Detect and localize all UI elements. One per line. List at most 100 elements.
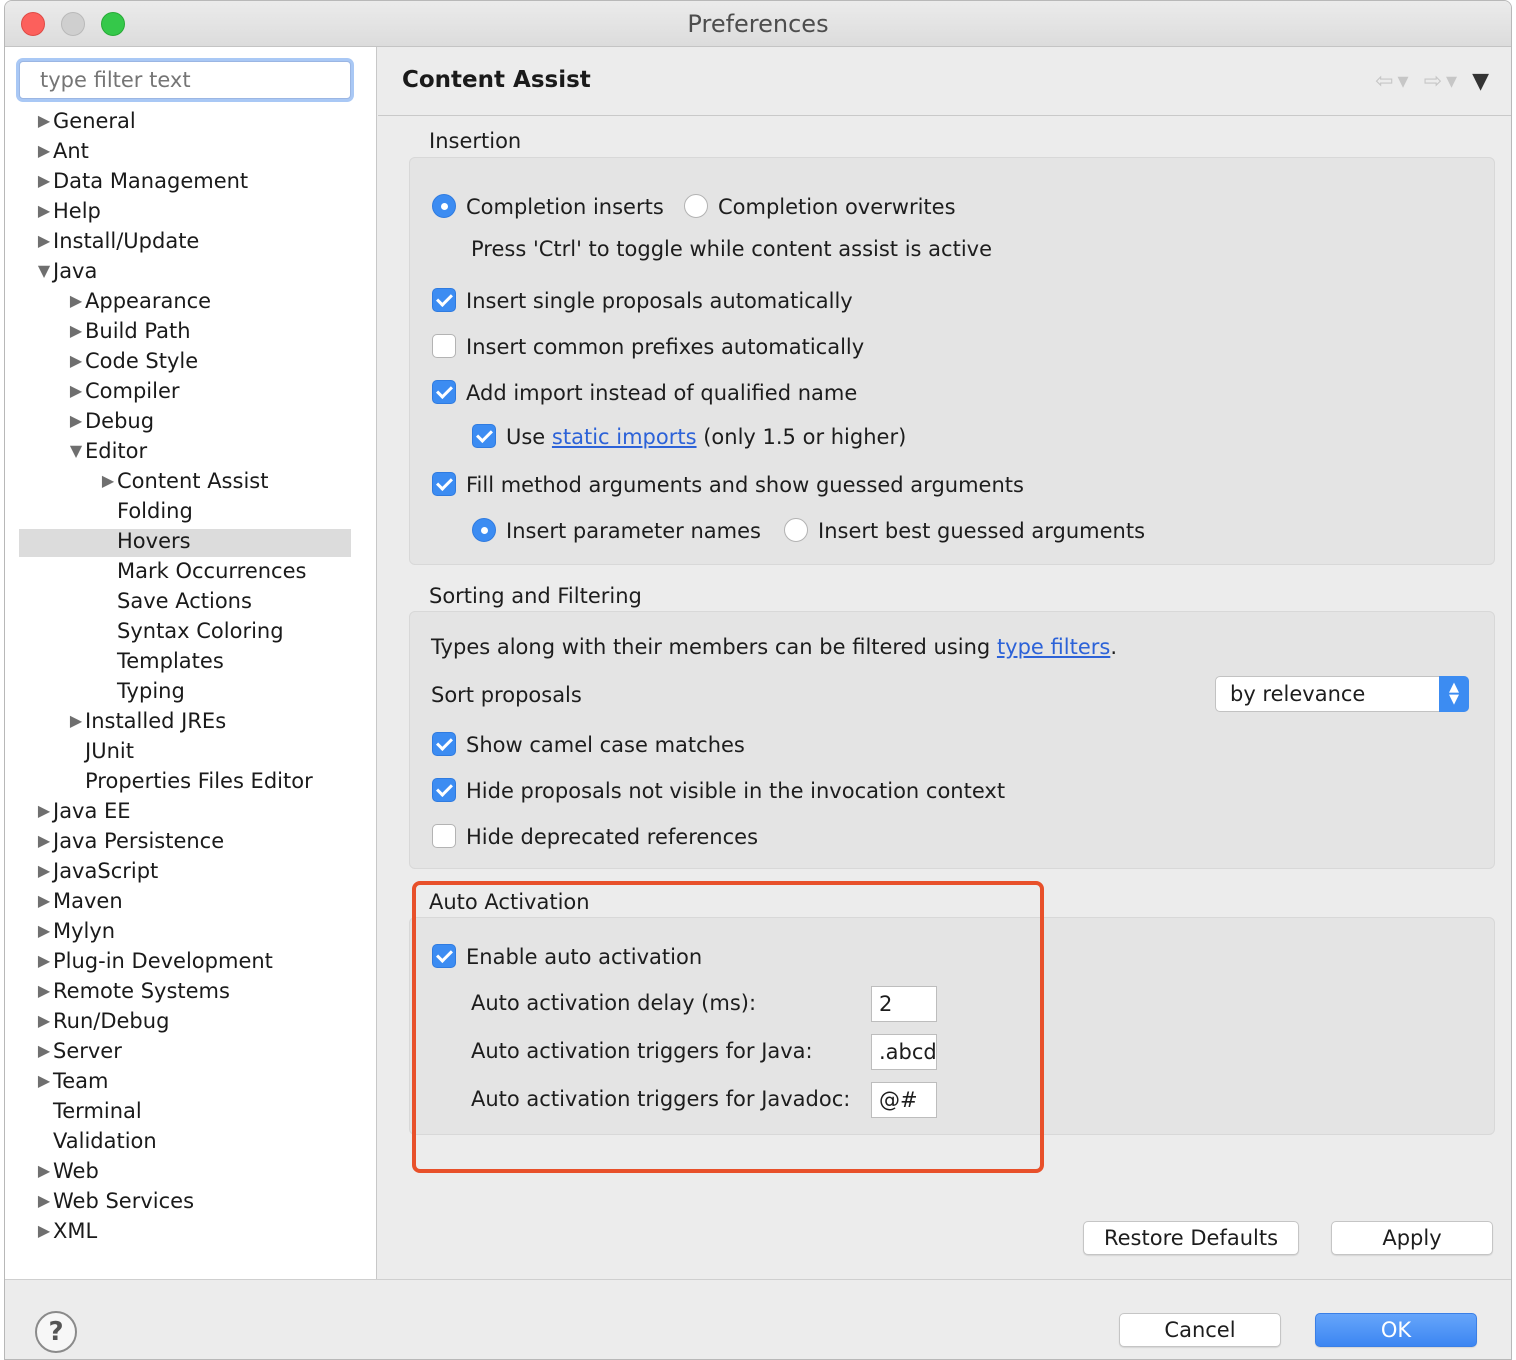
tree-item-syntax-coloring[interactable]: Syntax Coloring	[117, 617, 284, 645]
checkbox-checked-icon[interactable]	[432, 288, 456, 312]
tree-item-code-style[interactable]: ▶ Code Style	[67, 347, 198, 375]
tree-item-save-actions[interactable]: Save Actions	[117, 587, 252, 615]
select-arrows-icon[interactable]: ▲ ▼	[1439, 676, 1469, 712]
expand-arrow-icon[interactable]: ▶	[35, 227, 53, 255]
tree-item-templates[interactable]: Templates	[117, 647, 224, 675]
completion-inserts-radio[interactable]: Completion inserts	[432, 192, 664, 222]
common-prefixes-checkbox[interactable]: Insert common prefixes automatically	[432, 332, 864, 362]
expand-arrow-icon[interactable]: ▶	[67, 347, 85, 375]
checkbox-checked-icon[interactable]	[472, 424, 496, 448]
collapse-arrow-icon[interactable]: ▼	[35, 257, 53, 285]
tree-item-web-services[interactable]: ▶ Web Services	[35, 1187, 194, 1215]
expand-arrow-icon[interactable]: ▶	[67, 317, 85, 345]
tree-item-validation[interactable]: Validation	[53, 1127, 157, 1155]
expand-arrow-icon[interactable]: ▶	[35, 947, 53, 975]
add-import-checkbox[interactable]: Add import instead of qualified name	[432, 378, 857, 408]
expand-arrow-icon[interactable]: ▶	[35, 827, 53, 855]
tree-item-appearance[interactable]: ▶ Appearance	[67, 287, 211, 315]
expand-arrow-icon[interactable]: ▶	[35, 1157, 53, 1185]
expand-arrow-icon[interactable]: ▶	[67, 407, 85, 435]
tree-item-debug[interactable]: ▶ Debug	[67, 407, 154, 435]
tree-item-build-path[interactable]: ▶ Build Path	[67, 317, 191, 345]
tree-item-xml[interactable]: ▶ XML	[35, 1217, 97, 1245]
forward-arrow-icon[interactable]: ⇨▾	[1424, 69, 1461, 94]
fill-method-checkbox[interactable]: Fill method arguments and show guessed a…	[432, 470, 1024, 500]
expand-arrow-icon[interactable]: ▶	[35, 167, 53, 195]
checkbox-checked-icon[interactable]	[432, 472, 456, 496]
expand-arrow-icon[interactable]: ▶	[35, 137, 53, 165]
expand-arrow-icon[interactable]: ▶	[35, 197, 53, 225]
tree-item-web[interactable]: ▶ Web	[35, 1157, 99, 1185]
best-guessed-radio[interactable]: Insert best guessed arguments	[784, 516, 1145, 546]
radio-unchecked-icon[interactable]	[784, 518, 808, 542]
expand-arrow-icon[interactable]: ▶	[35, 1037, 53, 1065]
tree-item-help[interactable]: ▶ Help	[35, 197, 101, 225]
radio-unchecked-icon[interactable]	[684, 194, 708, 218]
checkbox-checked-icon[interactable]	[432, 732, 456, 756]
cancel-button[interactable]: Cancel	[1119, 1313, 1281, 1347]
tree-item-folding[interactable]: Folding	[117, 497, 193, 525]
tree-item-maven[interactable]: ▶ Maven	[35, 887, 123, 915]
ok-button[interactable]: OK	[1315, 1313, 1477, 1347]
apply-button[interactable]: Apply	[1331, 1221, 1493, 1255]
tree-item-general[interactable]: ▶ General	[35, 107, 136, 135]
tree-item-junit[interactable]: JUnit	[85, 737, 134, 765]
expand-arrow-icon[interactable]: ▶	[35, 977, 53, 1005]
expand-arrow-icon[interactable]: ▶	[35, 1067, 53, 1095]
param-names-radio[interactable]: Insert parameter names	[472, 516, 761, 546]
camel-case-checkbox[interactable]: Show camel case matches	[432, 730, 745, 760]
tree-item-mark-occurrences[interactable]: Mark Occurrences	[117, 557, 306, 585]
restore-defaults-button[interactable]: Restore Defaults	[1083, 1221, 1299, 1255]
tree-item-java-ee[interactable]: ▶ Java EE	[35, 797, 131, 825]
radio-checked-icon[interactable]	[432, 194, 456, 218]
tree-item-compiler[interactable]: ▶ Compiler	[67, 377, 180, 405]
static-imports-link[interactable]: static imports	[552, 425, 697, 449]
collapse-arrow-icon[interactable]: ▼	[67, 437, 85, 465]
tree-item-install-update[interactable]: ▶ Install/Update	[35, 227, 200, 255]
expand-arrow-icon[interactable]: ▶	[35, 857, 53, 885]
tree-item-data-management[interactable]: ▶ Data Management	[35, 167, 248, 195]
filter-input[interactable]	[19, 61, 351, 99]
checkbox-checked-icon[interactable]	[432, 380, 456, 404]
checkbox-unchecked-icon[interactable]	[432, 824, 456, 848]
static-imports-checkbox[interactable]: Use static imports (only 1.5 or higher)	[472, 422, 906, 452]
tree-item-java-persistence[interactable]: ▶ Java Persistence	[35, 827, 224, 855]
expand-arrow-icon[interactable]: ▶	[35, 917, 53, 945]
expand-arrow-icon[interactable]: ▶	[99, 467, 117, 495]
checkbox-checked-icon[interactable]	[432, 778, 456, 802]
expand-arrow-icon[interactable]: ▶	[35, 1217, 53, 1245]
tree-item-remote-systems[interactable]: ▶ Remote Systems	[35, 977, 230, 1005]
view-menu-icon[interactable]: ▼	[1472, 69, 1493, 94]
expand-arrow-icon[interactable]: ▶	[35, 1187, 53, 1215]
back-arrow-icon[interactable]: ⇦▾	[1375, 69, 1412, 94]
expand-arrow-icon[interactable]: ▶	[67, 377, 85, 405]
tree-item-plug-in-development[interactable]: ▶ Plug-in Development	[35, 947, 273, 975]
tree-item-java[interactable]: ▼ Java	[35, 257, 98, 285]
radio-checked-icon[interactable]	[472, 518, 496, 542]
expand-arrow-icon[interactable]: ▶	[67, 707, 85, 735]
type-filters-link[interactable]: type filters	[997, 635, 1110, 659]
tree-item-server[interactable]: ▶ Server	[35, 1037, 122, 1065]
sort-proposals-select[interactable]: by relevance ▲ ▼	[1215, 676, 1469, 712]
tree-item-editor[interactable]: ▼ Editor	[67, 437, 147, 465]
tree-item-team[interactable]: ▶ Team	[35, 1067, 109, 1095]
tree-item-hovers[interactable]: Hovers	[117, 527, 191, 555]
tree-item-mylyn[interactable]: ▶ Mylyn	[35, 917, 115, 945]
tree-item-ant[interactable]: ▶ Ant	[35, 137, 89, 165]
hide-deprecated-checkbox[interactable]: Hide deprecated references	[432, 822, 758, 852]
tree-item-terminal[interactable]: Terminal	[53, 1097, 142, 1125]
expand-arrow-icon[interactable]: ▶	[67, 287, 85, 315]
tree-item-installed-jres[interactable]: ▶ Installed JREs	[67, 707, 226, 735]
help-icon[interactable]: ?	[35, 1311, 77, 1353]
tree-item-run-debug[interactable]: ▶ Run/Debug	[35, 1007, 170, 1035]
expand-arrow-icon[interactable]: ▶	[35, 887, 53, 915]
expand-arrow-icon[interactable]: ▶	[35, 1007, 53, 1035]
checkbox-unchecked-icon[interactable]	[432, 334, 456, 358]
tree-item-javascript[interactable]: ▶ JavaScript	[35, 857, 158, 885]
tree-item-typing[interactable]: Typing	[117, 677, 185, 705]
expand-arrow-icon[interactable]: ▶	[35, 107, 53, 135]
expand-arrow-icon[interactable]: ▶	[35, 797, 53, 825]
single-proposals-checkbox[interactable]: Insert single proposals automatically	[432, 286, 853, 316]
tree-item-content-assist[interactable]: ▶ Content Assist	[99, 467, 269, 495]
hide-not-visible-checkbox[interactable]: Hide proposals not visible in the invoca…	[432, 776, 1005, 806]
